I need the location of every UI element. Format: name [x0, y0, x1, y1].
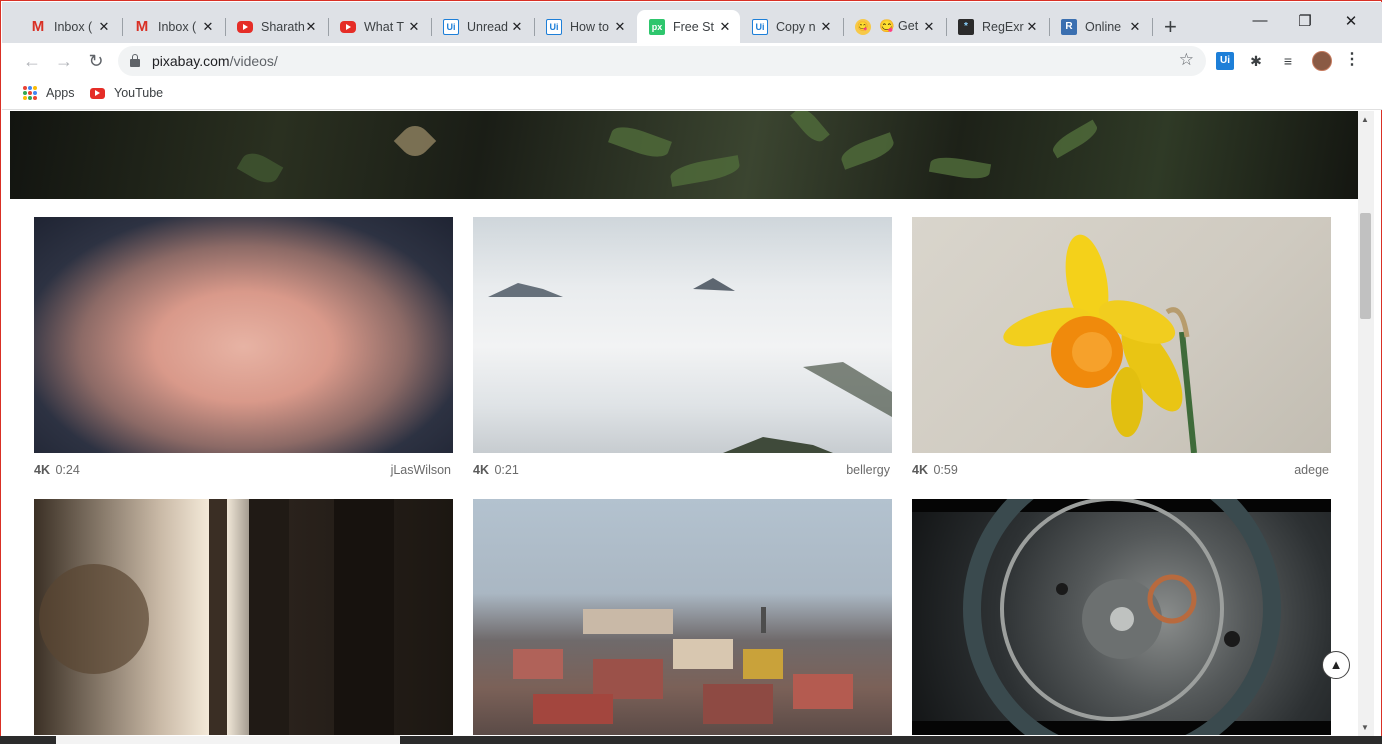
tab-title: RegExr: [982, 19, 1024, 34]
duration-label: 0:24: [55, 463, 80, 477]
author-link[interactable]: adege: [1294, 463, 1329, 477]
video-meta: 4K 0:21 bellergy: [473, 463, 892, 481]
profile-avatar[interactable]: [1312, 51, 1332, 71]
gmail-icon: M: [31, 18, 45, 35]
quality-badge: 4K: [473, 463, 489, 477]
address-bar[interactable]: pixabay.com/videos/ ☆: [118, 46, 1206, 76]
author-link[interactable]: jLasWilson: [391, 463, 451, 477]
duration-label: 0:59: [933, 463, 958, 477]
lock-icon[interactable]: [130, 54, 140, 67]
uipath-icon: Ui: [752, 18, 768, 35]
url-host: pixabay.com: [152, 53, 230, 69]
video-thumbnail-watch[interactable]: [912, 499, 1331, 735]
tab-uipath-copy[interactable]: Ui Copy n ✕: [740, 10, 841, 43]
tab-title: Unread: [467, 19, 508, 34]
tab-close-icon[interactable]: ✕: [510, 19, 524, 35]
tab-title: 😋 Get: [879, 19, 919, 33]
tab-inbox-1[interactable]: M Inbox ( ✕: [18, 10, 119, 43]
url-text[interactable]: pixabay.com/videos/: [152, 53, 278, 69]
media-control-icon[interactable]: ≡: [1279, 52, 1297, 70]
uipath-icon: Ui: [443, 18, 459, 35]
forward-icon[interactable]: →: [52, 49, 76, 73]
youtube-icon: [90, 87, 105, 99]
tab-title: Sharath: [261, 19, 305, 34]
tab-close-icon[interactable]: ✕: [718, 19, 732, 35]
emoji-icon: 😋: [855, 18, 871, 35]
uipath-extension-icon[interactable]: Ui: [1216, 52, 1234, 70]
bookmark-label: Apps: [46, 86, 75, 100]
apps-grid-icon: [23, 86, 37, 100]
r-icon: R: [1061, 18, 1077, 35]
duration-label: 0:21: [494, 463, 519, 477]
minimize-icon[interactable]: —: [1250, 12, 1270, 29]
tab-uipath-howto[interactable]: Ui How to ✕: [534, 10, 635, 43]
video-meta: 4K 0:24 jLasWilson: [34, 463, 453, 481]
pixabay-icon: px: [649, 18, 665, 35]
tab-youtube-sharath[interactable]: Sharath ✕: [225, 10, 326, 43]
page-content: 4K 0:24 jLasWilson 4K 0:21 bellergy 4K 0…: [10, 111, 1358, 737]
tab-title: What T: [364, 19, 405, 34]
browser-toolbar: ← → ↻ pixabay.com/videos/ ☆ Ui ✱ ≡ ⋮: [2, 43, 1382, 79]
extensions-puzzle-icon[interactable]: ✱: [1247, 52, 1265, 70]
tab-close-icon[interactable]: ✕: [201, 19, 215, 35]
tab-title: How to: [570, 19, 609, 34]
tab-close-icon[interactable]: ✕: [922, 19, 936, 35]
tab-close-icon[interactable]: ✕: [819, 19, 833, 35]
menu-kebab-icon[interactable]: ⋮: [1344, 49, 1360, 69]
tab-close-icon[interactable]: ✕: [407, 19, 421, 35]
author-link[interactable]: bellergy: [846, 463, 890, 477]
bookmark-star-icon[interactable]: ☆: [1179, 50, 1194, 70]
bookmark-label: YouTube: [114, 86, 164, 100]
bookmarks-bar: Apps YouTube: [2, 79, 1382, 110]
restore-icon[interactable]: ❐: [1295, 12, 1315, 30]
video-thumbnail-clouds[interactable]: [473, 217, 892, 453]
tab-close-icon[interactable]: ✕: [613, 19, 627, 35]
tab-title: Free St: [673, 19, 714, 34]
new-tab-icon[interactable]: +: [1164, 14, 1177, 40]
tab-close-icon[interactable]: ✕: [97, 19, 111, 35]
video-thumbnail-forest[interactable]: [34, 499, 453, 735]
browser-window: M Inbox ( ✕ M Inbox ( ✕ Sharath ✕ What T…: [0, 0, 1382, 744]
tab-title: Inbox (: [158, 19, 197, 34]
tab-close-icon[interactable]: ✕: [1128, 19, 1142, 35]
youtube-icon: [237, 20, 253, 33]
tab-title: Inbox (: [54, 19, 93, 34]
tab-strip: M Inbox ( ✕ M Inbox ( ✕ Sharath ✕ What T…: [2, 2, 1382, 43]
tab-online[interactable]: R Online ✕: [1049, 10, 1150, 43]
hero-banner: [10, 111, 1358, 199]
quality-badge: 4K: [34, 463, 50, 477]
back-icon[interactable]: ←: [20, 49, 44, 73]
tab-close-icon[interactable]: ✕: [304, 19, 318, 35]
tab-close-icon[interactable]: ✕: [1025, 19, 1039, 35]
tab-regexr[interactable]: * RegExr ✕: [946, 10, 1047, 43]
scrollbar-thumb[interactable]: [1360, 213, 1371, 319]
tab-pixabay-active[interactable]: px Free St ✕: [637, 10, 740, 43]
tab-inbox-2[interactable]: M Inbox ( ✕: [122, 10, 223, 43]
tab-title: Copy n: [776, 19, 816, 34]
video-thumbnail-daffodil[interactable]: [912, 217, 1331, 453]
video-thumbnail-town[interactable]: [473, 499, 892, 735]
uipath-icon: Ui: [546, 18, 562, 35]
tab-title: Online: [1085, 19, 1122, 34]
scroll-to-top-button[interactable]: ▲: [1322, 651, 1350, 679]
page-scrollbar[interactable]: ▲ ▼: [1358, 111, 1374, 737]
reload-icon[interactable]: ↻: [84, 49, 108, 73]
video-thumbnail-hands[interactable]: [34, 217, 453, 453]
tab-emoji-get[interactable]: 😋 😋 Get ✕: [843, 10, 944, 43]
quality-badge: 4K: [912, 463, 928, 477]
bookmark-youtube[interactable]: YouTube: [90, 86, 163, 100]
youtube-icon: [340, 20, 356, 33]
bookmark-apps[interactable]: Apps: [23, 86, 75, 100]
gmail-icon: M: [135, 18, 149, 35]
url-path: /videos/: [229, 53, 278, 69]
video-meta: 4K 0:59 adege: [912, 463, 1331, 481]
tab-uipath-unread[interactable]: Ui Unread ✕: [431, 10, 532, 43]
regexr-icon: *: [958, 18, 974, 35]
taskbar-strip: [0, 736, 1382, 744]
window-close-icon[interactable]: ✕: [1341, 12, 1361, 30]
tab-youtube-what[interactable]: What T ✕: [328, 10, 429, 43]
